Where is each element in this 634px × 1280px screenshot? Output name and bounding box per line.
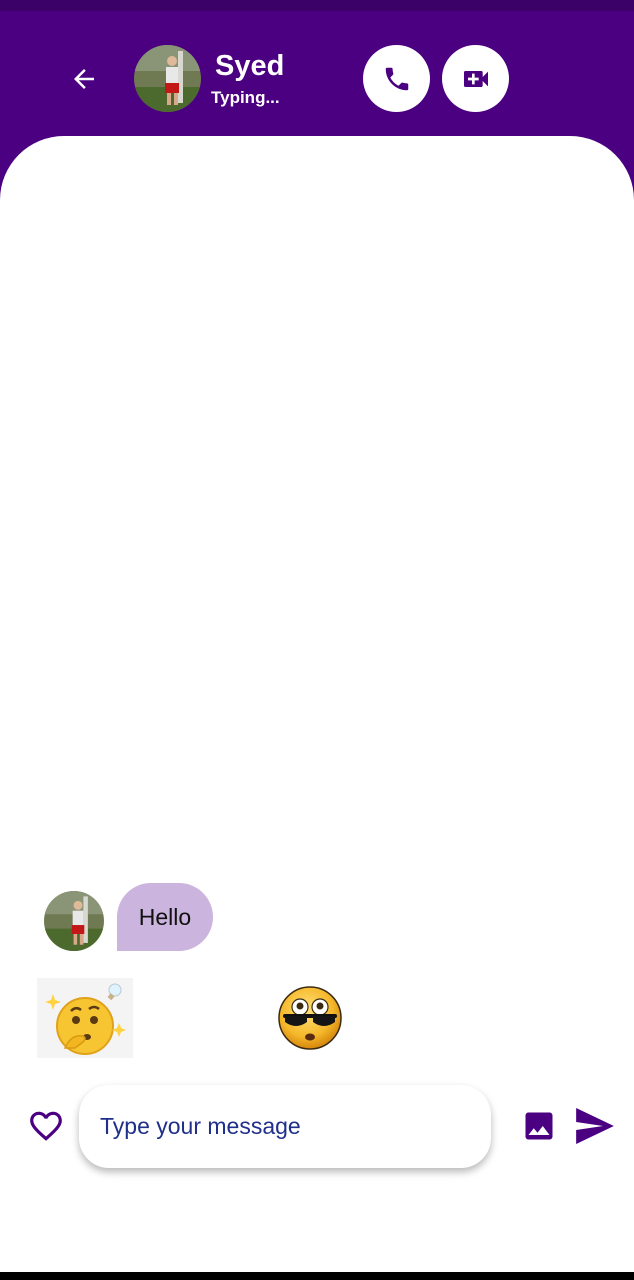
contact-avatar[interactable] <box>134 45 201 112</box>
status-bar <box>0 0 634 11</box>
heart-icon <box>30 1111 62 1141</box>
arrow-left-icon <box>74 69 94 89</box>
message-text: Hello <box>138 903 192 930</box>
favorite-button[interactable] <box>26 1106 66 1146</box>
contact-name: Syed <box>215 50 285 82</box>
voice-call-button[interactable] <box>363 45 430 112</box>
chat-header: Syed Typing... <box>0 11 634 151</box>
navigation-bar <box>0 1272 634 1280</box>
message-input-container <box>79 1085 491 1168</box>
send-button[interactable] <box>574 1108 616 1144</box>
back-button[interactable] <box>62 61 106 97</box>
thinking-face-icon <box>37 978 133 1058</box>
phone-icon <box>385 67 408 90</box>
sunglasses-face-icon <box>278 986 342 1050</box>
message-input[interactable] <box>100 1113 480 1140</box>
attach-image-button[interactable] <box>521 1108 557 1144</box>
sender-avatar[interactable] <box>44 891 104 951</box>
sticker-thinking-face[interactable] <box>37 978 133 1058</box>
contact-status: Typing... <box>211 88 280 107</box>
video-call-button[interactable] <box>442 45 509 112</box>
send-icon <box>576 1108 614 1144</box>
message-bubble[interactable]: Hello <box>117 883 213 951</box>
image-icon <box>525 1112 553 1140</box>
sticker-sunglasses-face[interactable] <box>277 985 343 1051</box>
video-camera-icon <box>463 70 488 87</box>
